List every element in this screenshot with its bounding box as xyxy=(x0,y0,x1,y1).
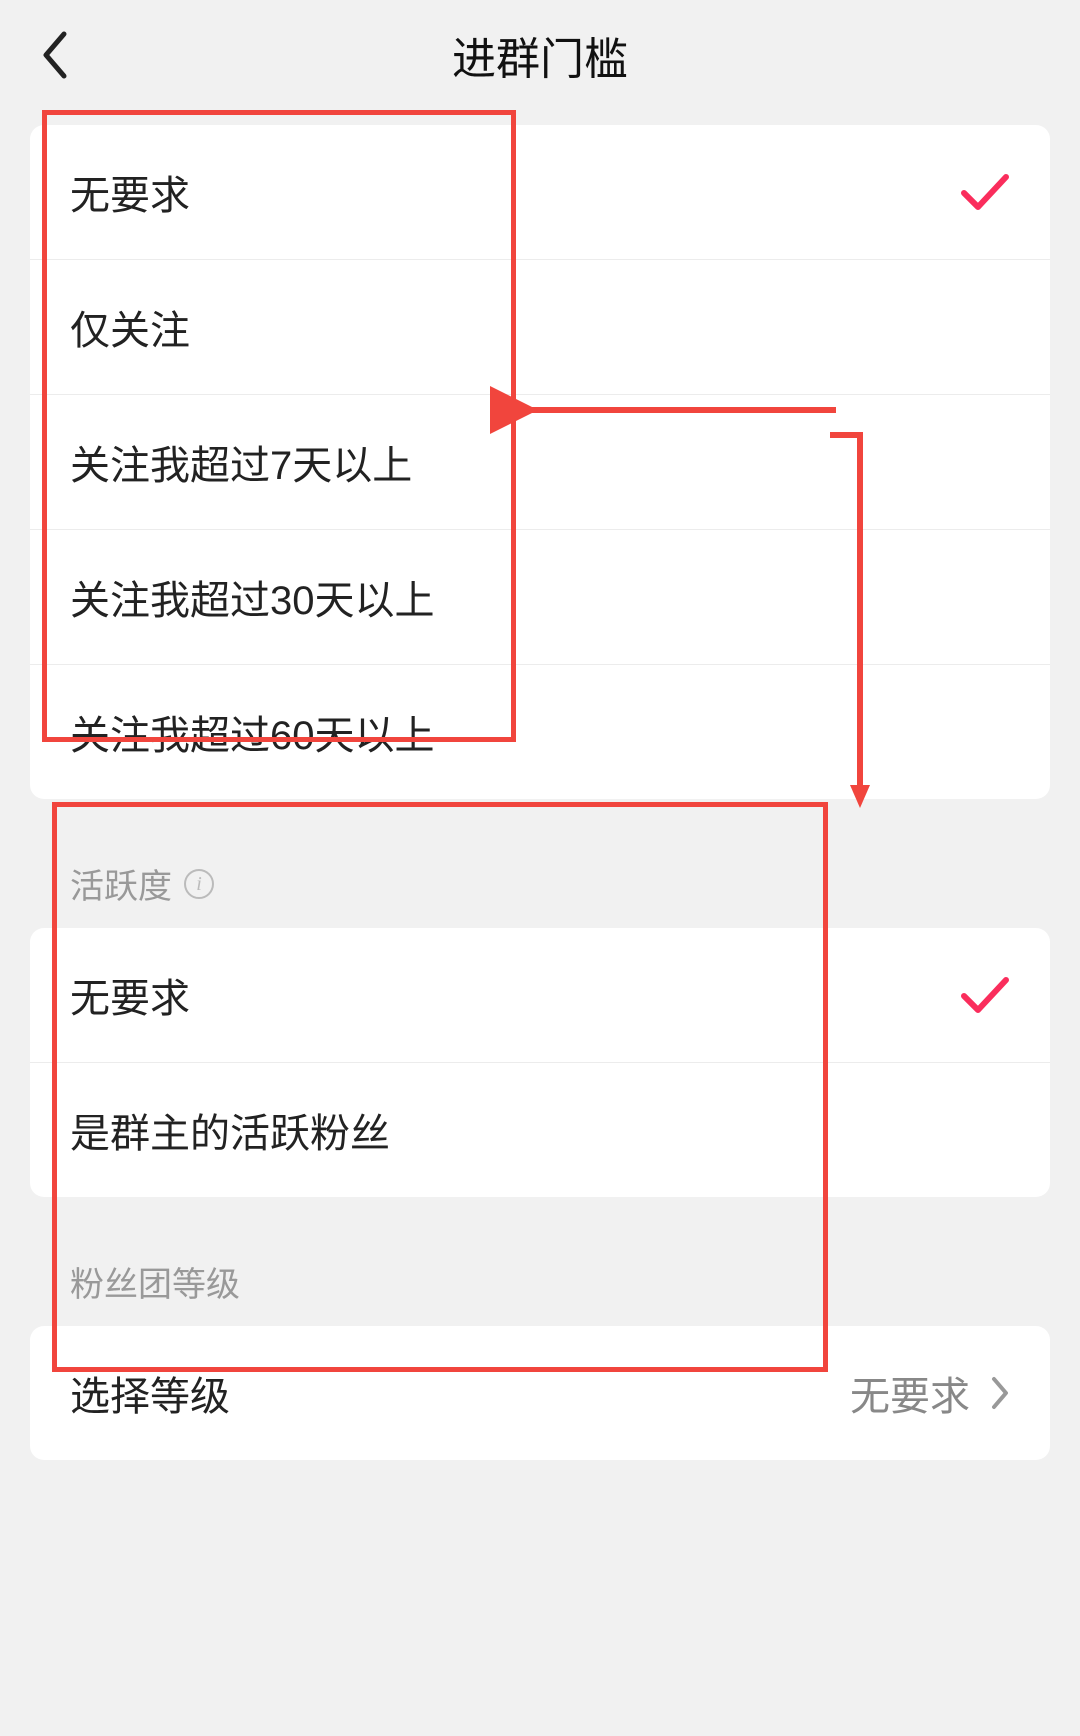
chevron-right-icon xyxy=(990,1376,1010,1410)
select-level-value: 无要求 xyxy=(850,1364,970,1422)
activity-option-no-requirement[interactable]: 无要求 xyxy=(30,928,1050,1062)
option-label: 无要求 xyxy=(70,966,190,1024)
option-follow-60days[interactable]: 关注我超过60天以上 xyxy=(30,664,1050,799)
activity-heading: 活跃度 i xyxy=(30,829,1050,922)
header: 进群门槛 xyxy=(0,0,1080,110)
option-label: 关注我超过60天以上 xyxy=(70,703,435,761)
page-title: 进群门槛 xyxy=(40,23,1040,87)
activity-heading-text: 活跃度 xyxy=(70,859,172,908)
chevron-left-icon xyxy=(40,30,70,80)
activity-section: 无要求 是群主的活跃粉丝 xyxy=(30,928,1050,1197)
back-button[interactable] xyxy=(40,30,70,80)
option-label: 关注我超过7天以上 xyxy=(70,433,412,491)
select-level-label: 选择等级 xyxy=(70,1364,230,1422)
option-follow-only[interactable]: 仅关注 xyxy=(30,259,1050,394)
check-icon xyxy=(960,976,1010,1014)
option-label: 是群主的活跃粉丝 xyxy=(70,1101,390,1159)
option-label: 关注我超过30天以上 xyxy=(70,568,435,626)
option-label: 仅关注 xyxy=(70,298,190,356)
info-icon[interactable]: i xyxy=(184,869,214,899)
fan-level-heading: 粉丝团等级 xyxy=(30,1227,1050,1320)
option-no-requirement[interactable]: 无要求 xyxy=(30,125,1050,259)
activity-option-active-fan[interactable]: 是群主的活跃粉丝 xyxy=(30,1062,1050,1197)
select-level-row[interactable]: 选择等级 无要求 xyxy=(30,1326,1050,1460)
fan-level-heading-text: 粉丝团等级 xyxy=(70,1257,240,1306)
option-follow-30days[interactable]: 关注我超过30天以上 xyxy=(30,529,1050,664)
follow-requirement-section: 无要求 仅关注 关注我超过7天以上 关注我超过30天以上 关注我超过60天以上 xyxy=(30,125,1050,799)
option-label: 无要求 xyxy=(70,163,190,221)
check-icon xyxy=(960,173,1010,211)
fan-level-section: 选择等级 无要求 xyxy=(30,1326,1050,1460)
option-follow-7days[interactable]: 关注我超过7天以上 xyxy=(30,394,1050,529)
